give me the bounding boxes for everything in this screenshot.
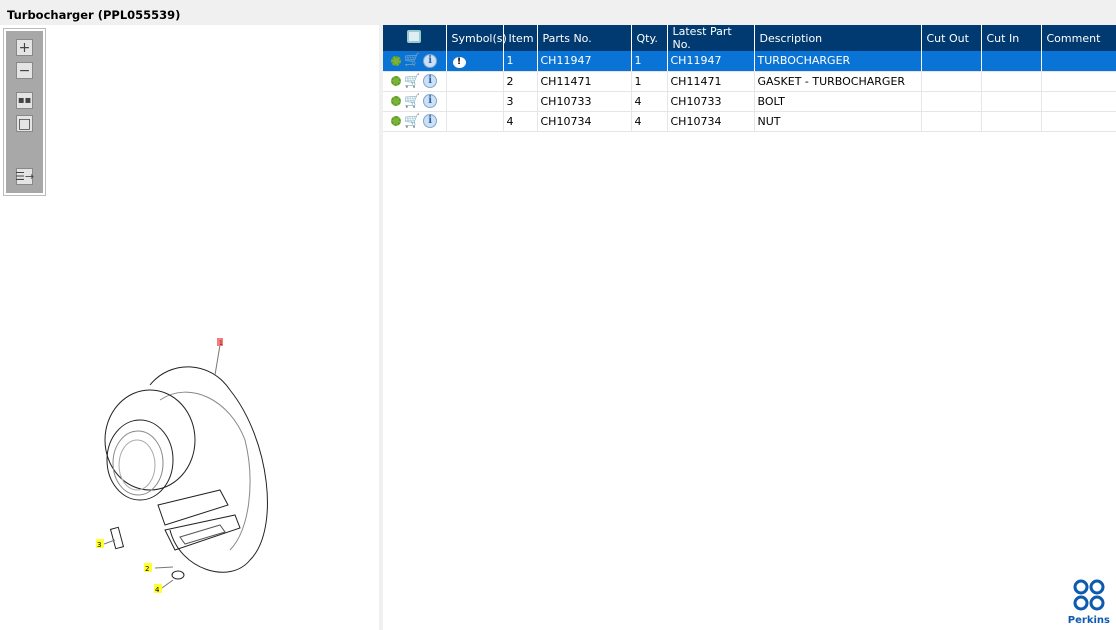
- cell-item: 1: [503, 51, 538, 72]
- zoom-in-button[interactable]: +: [16, 39, 33, 56]
- cell-symbols: [446, 71, 504, 92]
- cell-latest-part-no: CH11947: [667, 51, 755, 72]
- cell-symbols: [446, 111, 504, 132]
- cell-cut-in: [981, 51, 1042, 72]
- header-parts-no[interactable]: Parts No.: [537, 25, 632, 51]
- header-cut-in[interactable]: Cut In: [981, 25, 1042, 51]
- info-icon[interactable]: i: [423, 114, 438, 128]
- cell-comment: [1041, 111, 1116, 132]
- cart-icon[interactable]: 🛒: [404, 114, 420, 129]
- callout-3[interactable]: 3: [97, 541, 101, 549]
- grid-icon: ▪▪: [17, 94, 32, 106]
- cell-parts-no: CH11471: [537, 71, 632, 92]
- cart-icon[interactable]: 🛒: [404, 53, 420, 68]
- cell-parts-no: CH11947: [537, 51, 632, 72]
- cell-latest-part-no: CH11471: [667, 71, 755, 92]
- cart-icon[interactable]: 🛒: [404, 74, 420, 89]
- cart-icon[interactable]: 🛒: [404, 94, 420, 109]
- plus-icon: +: [18, 39, 31, 56]
- toggle-list-button[interactable]: ☰→: [14, 168, 35, 185]
- cell-latest-part-no: CH10734: [667, 111, 755, 132]
- cell-cut-in: [981, 111, 1042, 132]
- table-row[interactable]: 🛒 i 4 CH10734 4 CH10734 NUT: [383, 111, 1116, 132]
- cell-symbols: !: [446, 51, 504, 72]
- cell-qty: 4: [631, 111, 668, 132]
- cell-item: 3: [503, 91, 538, 112]
- cell-comment: [1041, 71, 1116, 92]
- zoom-out-button[interactable]: −: [16, 62, 33, 79]
- list-arrow-icon: ☰→: [14, 170, 35, 183]
- minus-icon: −: [18, 62, 31, 79]
- cell-qty: 1: [631, 71, 668, 92]
- header-qty[interactable]: Qty.: [631, 25, 668, 51]
- cell-comment: [1041, 91, 1116, 112]
- header-latest-part-no[interactable]: Latest Part No.: [667, 25, 755, 51]
- callout-4[interactable]: 4: [155, 586, 160, 594]
- cell-cut-out: [921, 71, 982, 92]
- header-description[interactable]: Description: [754, 25, 922, 51]
- cell-description: BOLT: [754, 91, 922, 112]
- zoom-window-button[interactable]: □: [16, 115, 33, 132]
- viewer-toolbar: + − ▪▪ □ ☰→: [3, 28, 46, 196]
- warning-bubble-icon[interactable]: !: [452, 56, 466, 68]
- callout-2[interactable]: 2: [145, 565, 149, 573]
- cell-parts-no: CH10733: [537, 91, 632, 112]
- cell-cut-in: [981, 91, 1042, 112]
- perkins-emblem-icon: [1073, 579, 1105, 611]
- parts-table: Symbol(s) Item Parts No. Qty. Latest Par…: [383, 25, 1116, 132]
- header-cut-out[interactable]: Cut Out: [921, 25, 982, 51]
- cell-description: NUT: [754, 111, 922, 132]
- header-comment[interactable]: Comment: [1041, 25, 1116, 51]
- header-symbols[interactable]: Symbol(s): [446, 25, 507, 51]
- gear-icon[interactable]: [391, 76, 401, 86]
- turbocharger-drawing[interactable]: 1 3 2 4: [80, 300, 300, 600]
- cell-qty: 4: [631, 91, 668, 112]
- gear-icon[interactable]: [391, 96, 401, 106]
- page-title: Turbocharger (PPL055539): [7, 8, 181, 22]
- cell-description: TURBOCHARGER: [754, 51, 922, 72]
- cell-parts-no: CH10734: [537, 111, 632, 132]
- cell-cut-out: [921, 111, 982, 132]
- parts-list-panel: Symbol(s) Item Parts No. Qty. Latest Par…: [383, 25, 1116, 630]
- cell-comment: [1041, 51, 1116, 72]
- fit-all-button[interactable]: ▪▪: [16, 92, 33, 109]
- row-actions: 🛒 i: [383, 71, 447, 92]
- gear-icon[interactable]: [391, 116, 401, 126]
- cell-qty: 1: [631, 51, 668, 72]
- cell-cut-in: [981, 71, 1042, 92]
- cell-cut-out: [921, 51, 982, 72]
- header-search[interactable]: [383, 25, 447, 51]
- perkins-logo: Perkins: [1068, 578, 1110, 626]
- table-row[interactable]: 🛒 i 3 CH10733 4 CH10733 BOLT: [383, 91, 1116, 112]
- row-actions: 🛒 i: [383, 91, 447, 112]
- row-actions: 🛒 i: [383, 111, 447, 132]
- square-icon: □: [17, 115, 32, 132]
- illustration-panel[interactable]: + − ▪▪ □ ☰→ 1 3 2 4: [0, 25, 379, 630]
- cell-item: 4: [503, 111, 538, 132]
- info-icon[interactable]: i: [423, 94, 438, 108]
- cell-description: GASKET - TURBOCHARGER: [754, 71, 922, 92]
- cell-item: 2: [503, 71, 538, 92]
- cell-latest-part-no: CH10733: [667, 91, 755, 112]
- cell-symbols: [446, 91, 504, 112]
- search-list-icon: [407, 30, 422, 43]
- table-row[interactable]: 🛒 i 2 CH11471 1 CH11471 GASKET - TURBOCHARGER: [383, 71, 1116, 92]
- row-actions: 🛒 i: [383, 51, 447, 72]
- gear-icon[interactable]: [391, 55, 401, 66]
- callout-1[interactable]: 1: [219, 340, 223, 347]
- table-row[interactable]: 🛒 i! 1 CH11947 1 CH11947 TURBOCHARGER: [383, 51, 1116, 72]
- info-icon[interactable]: i: [423, 74, 438, 88]
- info-icon[interactable]: i: [423, 53, 438, 68]
- cell-cut-out: [921, 91, 982, 112]
- brand-name: Perkins: [1067, 615, 1110, 626]
- header-item[interactable]: Item: [503, 25, 538, 51]
